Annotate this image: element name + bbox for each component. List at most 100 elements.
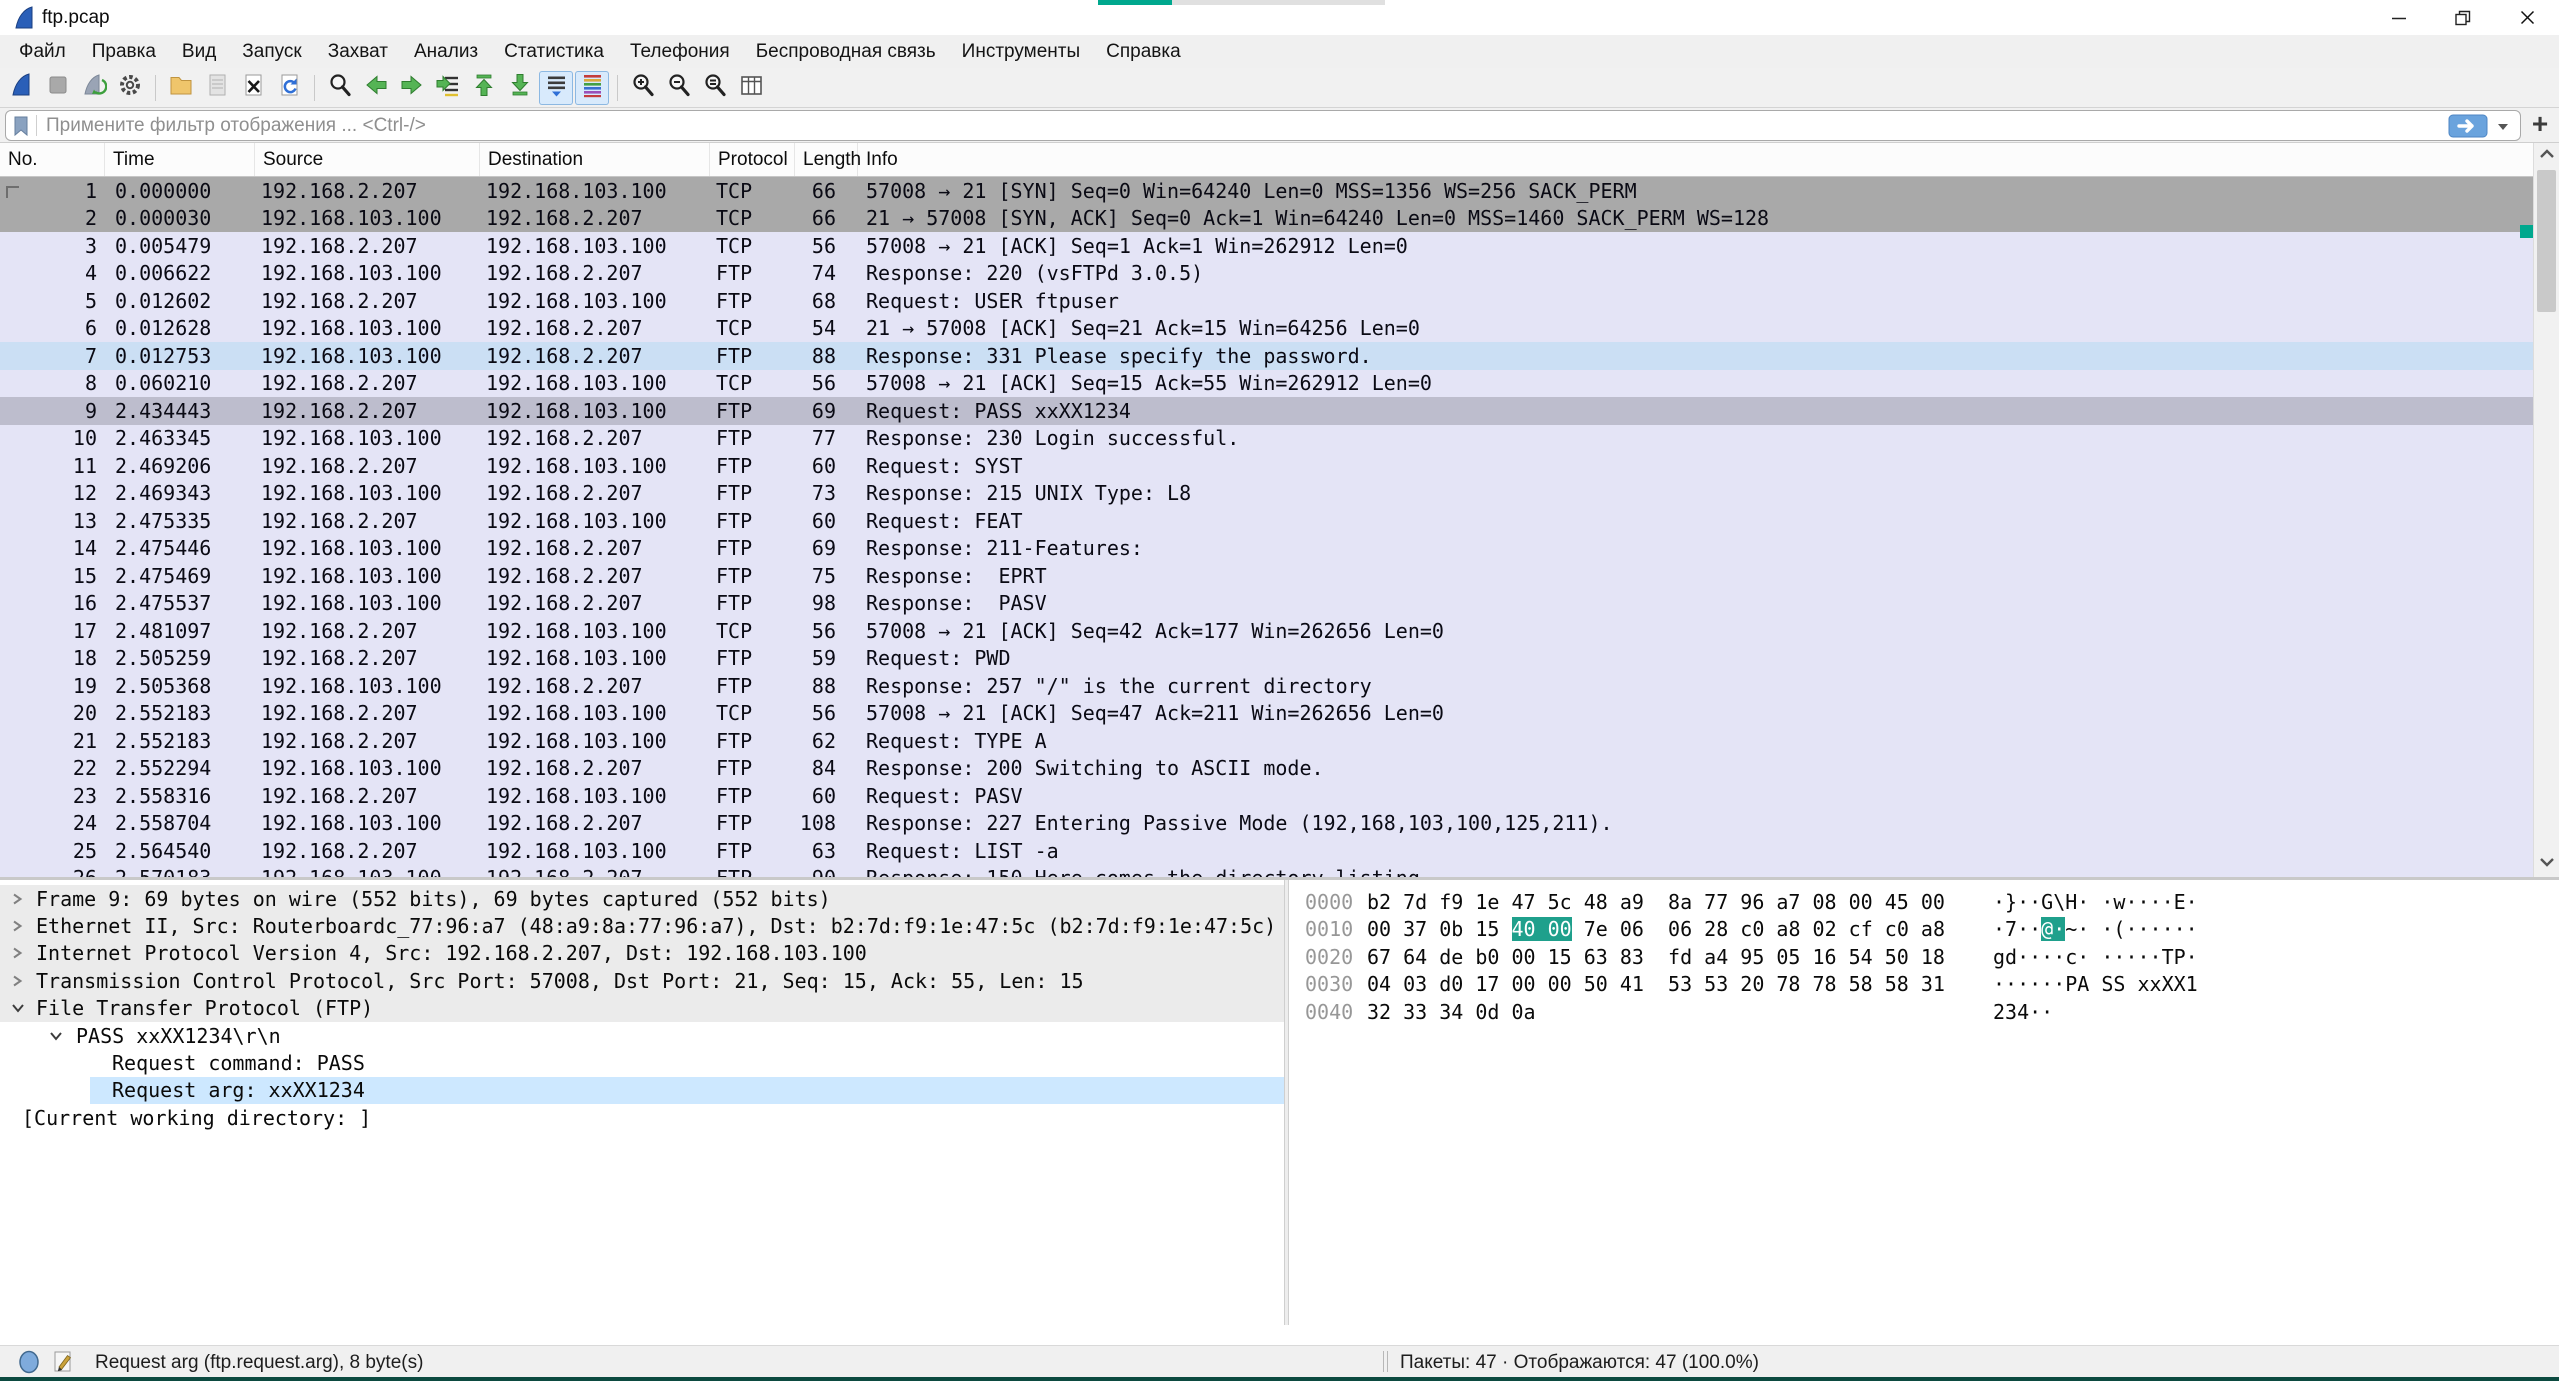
packet-row-5[interactable]: 50.012602192.168.2.207192.168.103.100FTP… [0, 287, 2533, 315]
packet-row-26[interactable]: 262.570183192.168.103.100192.168.2.207FT… [0, 865, 2533, 878]
menu-edit[interactable]: Правка [79, 35, 169, 68]
chevron-down-icon[interactable] [10, 1001, 26, 1015]
menu-capture[interactable]: Захват [315, 35, 401, 68]
col-header-no[interactable]: No. [0, 143, 105, 176]
packet-row-14[interactable]: 142.475446192.168.103.100192.168.2.207FT… [0, 535, 2533, 563]
chevron-down-icon[interactable] [48, 1029, 64, 1043]
close-file-button[interactable] [236, 71, 270, 105]
col-header-info[interactable]: Info [858, 143, 2533, 176]
chevron-right-icon[interactable] [10, 973, 24, 989]
packet-row-6[interactable]: 60.012628192.168.103.100192.168.2.207TCP… [0, 315, 2533, 343]
detail-line[interactable]: PASS xxXX1234\r\n [0, 1022, 1284, 1049]
detail-line[interactable]: Internet Protocol Version 4, Src: 192.16… [0, 940, 1284, 967]
menu-file[interactable]: Файл [6, 35, 79, 68]
zoom-in-button[interactable] [626, 71, 660, 105]
resize-columns-button[interactable] [734, 71, 768, 105]
detail-line[interactable]: Transmission Control Protocol, Src Port:… [0, 967, 1284, 994]
menu-go[interactable]: Запуск [229, 35, 314, 68]
packet-row-9[interactable]: 92.434443192.168.2.207192.168.103.100FTP… [0, 397, 2533, 425]
packet-row-13[interactable]: 132.475335192.168.2.207192.168.103.100FT… [0, 507, 2533, 535]
capture-comment-icon[interactable] [52, 1350, 74, 1380]
auto-scroll-button[interactable] [539, 71, 573, 105]
scroll-down-icon[interactable] [2539, 855, 2555, 873]
hex-row[interactable]: 0000b2 7d f9 1e 47 5c 48 a9 8a 77 96 a7 … [1289, 888, 2559, 916]
scroll-up-icon[interactable] [2539, 147, 2555, 165]
go-to-packet-button[interactable] [431, 71, 465, 105]
detail-line[interactable]: Request command: PASS [0, 1049, 1284, 1076]
chevron-right-icon[interactable] [10, 891, 24, 907]
go-to-first-button[interactable] [467, 71, 501, 105]
menu-statistics[interactable]: Статистика [491, 35, 617, 68]
filter-dropdown-chevron-icon[interactable] [2496, 122, 2510, 132]
detail-line[interactable]: Request arg: xxXX1234 [0, 1077, 1284, 1104]
hex-row[interactable]: 002067 64 de b0 00 15 63 83 fd a4 95 05 … [1289, 943, 2559, 971]
menu-view[interactable]: Вид [169, 35, 229, 68]
chevron-right-icon[interactable] [10, 945, 24, 961]
minimize-button[interactable] [2367, 0, 2431, 35]
restart-capture-button[interactable] [77, 71, 111, 105]
col-header-source[interactable]: Source [255, 143, 480, 176]
menu-analyze[interactable]: Анализ [401, 35, 491, 68]
packet-row-8[interactable]: 80.060210192.168.2.207192.168.103.100TCP… [0, 370, 2533, 398]
cell-source: 192.168.103.100 [255, 811, 480, 835]
packet-row-19[interactable]: 192.505368192.168.103.100192.168.2.207FT… [0, 672, 2533, 700]
chevron-right-icon[interactable] [10, 918, 24, 934]
menu-wireless[interactable]: Беспроводная связь [743, 35, 949, 68]
packet-row-1[interactable]: 10.000000192.168.2.207192.168.103.100TCP… [0, 177, 2533, 205]
display-filter-input[interactable]: Примените фильтр отображения ... <Ctrl-/… [5, 110, 2521, 141]
packet-row-18[interactable]: 182.505259192.168.2.207192.168.103.100FT… [0, 645, 2533, 673]
menu-help[interactable]: Справка [1093, 35, 1194, 68]
col-header-protocol[interactable]: Protocol [710, 143, 795, 176]
packet-row-23[interactable]: 232.558316192.168.2.207192.168.103.100FT… [0, 782, 2533, 810]
filter-bookmark-icon[interactable] [12, 115, 30, 137]
save-file-button[interactable] [200, 71, 234, 105]
expert-info-icon[interactable] [18, 1350, 40, 1380]
detail-line[interactable]: Frame 9: 69 bytes on wire (552 bits), 69… [0, 885, 1284, 912]
find-packet-button[interactable] [323, 71, 357, 105]
detail-line[interactable]: Ethernet II, Src: Routerboardc_77:96:a7 … [0, 912, 1284, 939]
packet-row-25[interactable]: 252.564540192.168.2.207192.168.103.100FT… [0, 837, 2533, 865]
zoom-reset-button[interactable] [698, 71, 732, 105]
packet-list-scrollbar[interactable] [2533, 143, 2559, 877]
menu-tools[interactable]: Инструменты [949, 35, 1093, 68]
packet-row-2[interactable]: 20.000030192.168.103.100192.168.2.207TCP… [0, 205, 2533, 233]
packet-row-11[interactable]: 112.469206192.168.2.207192.168.103.100FT… [0, 452, 2533, 480]
go-forward-button[interactable] [395, 71, 429, 105]
packet-row-24[interactable]: 242.558704192.168.103.100192.168.2.207FT… [0, 810, 2533, 838]
scrollbar-thumb[interactable] [2537, 170, 2556, 312]
packet-row-4[interactable]: 40.006622192.168.103.100192.168.2.207FTP… [0, 260, 2533, 288]
packet-row-17[interactable]: 172.481097192.168.2.207192.168.103.100TC… [0, 617, 2533, 645]
open-file-button[interactable] [164, 71, 198, 105]
packet-row-15[interactable]: 152.475469192.168.103.100192.168.2.207FT… [0, 562, 2533, 590]
col-header-destination[interactable]: Destination [480, 143, 710, 176]
colorize-button[interactable] [575, 71, 609, 105]
reload-file-button[interactable] [272, 71, 306, 105]
add-filter-button[interactable]: + [2525, 109, 2555, 139]
col-header-time[interactable]: Time [105, 143, 255, 176]
detail-text: Frame 9: 69 bytes on wire (552 bits), 69… [36, 887, 831, 911]
close-button[interactable] [2495, 0, 2559, 35]
detail-line[interactable]: [Current working directory: ] [0, 1104, 1284, 1131]
packet-row-10[interactable]: 102.463345192.168.103.100192.168.2.207FT… [0, 425, 2533, 453]
packet-row-22[interactable]: 222.552294192.168.103.100192.168.2.207FT… [0, 755, 2533, 783]
go-to-last-button[interactable] [503, 71, 537, 105]
go-back-button[interactable] [359, 71, 393, 105]
detail-line[interactable]: File Transfer Protocol (FTP) [0, 995, 1284, 1022]
capture-options-button[interactable] [113, 71, 147, 105]
stop-capture-button[interactable] [41, 71, 75, 105]
packet-row-16[interactable]: 162.475537192.168.103.100192.168.2.207FT… [0, 590, 2533, 618]
hex-row[interactable]: 004032 33 34 0d 0a234·· [1289, 998, 2559, 1026]
restore-button[interactable] [2431, 0, 2495, 35]
packet-row-3[interactable]: 30.005479192.168.2.207192.168.103.100TCP… [0, 232, 2533, 260]
apply-filter-button[interactable] [2448, 114, 2488, 138]
packet-row-21[interactable]: 212.552183192.168.2.207192.168.103.100FT… [0, 727, 2533, 755]
packet-row-20[interactable]: 202.552183192.168.2.207192.168.103.100TC… [0, 700, 2533, 728]
menu-telephony[interactable]: Телефония [617, 35, 743, 68]
start-capture-button[interactable] [5, 71, 39, 105]
hex-row[interactable]: 001000 37 0b 15 40 00 7e 06 06 28 c0 a8 … [1289, 916, 2559, 944]
col-header-length[interactable]: Length [795, 143, 858, 176]
zoom-out-button[interactable] [662, 71, 696, 105]
packet-row-7[interactable]: 70.012753192.168.103.100192.168.2.207FTP… [0, 342, 2533, 370]
packet-row-12[interactable]: 122.469343192.168.103.100192.168.2.207FT… [0, 480, 2533, 508]
hex-row[interactable]: 003004 03 d0 17 00 00 50 41 53 53 20 78 … [1289, 971, 2559, 999]
